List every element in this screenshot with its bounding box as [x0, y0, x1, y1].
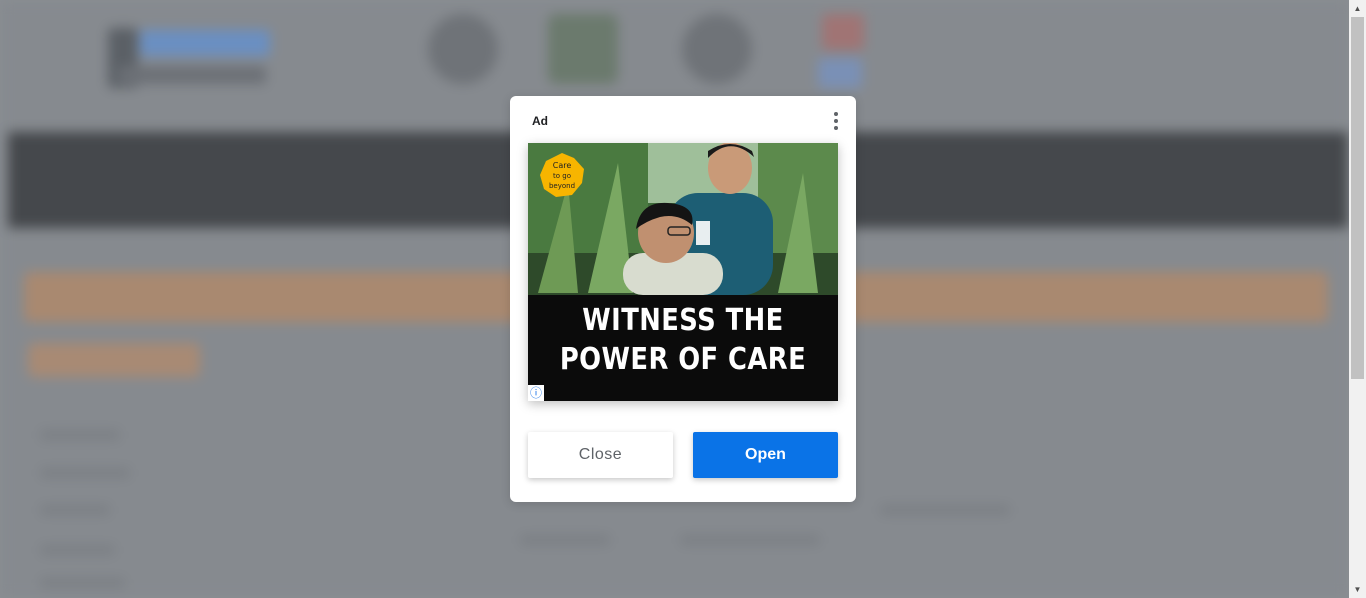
open-button[interactable]: Open: [693, 432, 838, 478]
header-icon: [682, 14, 752, 84]
header-icon: [818, 58, 862, 88]
ad-creative[interactable]: Care to go beyond WITNESS THE POWER OF C…: [528, 143, 838, 401]
content-line: [520, 535, 610, 545]
close-button[interactable]: Close: [528, 432, 673, 478]
ad-headline: WITNESS THE POWER OF CARE: [550, 301, 817, 379]
care-badge-logo: Care to go beyond: [540, 153, 584, 197]
content-line: [680, 535, 820, 545]
header-icon: [428, 14, 498, 84]
content-line: [40, 430, 120, 440]
info-icon[interactable]: ⓘ: [528, 385, 544, 401]
content-line: [40, 545, 115, 555]
scrollbar-thumb[interactable]: [1351, 17, 1364, 379]
ad-headline-line1: WITNESS THE: [582, 303, 784, 338]
ad-label: Ad: [532, 114, 548, 128]
svg-text:beyond: beyond: [549, 182, 575, 190]
page-scrollbar[interactable]: ▲ ▼: [1349, 0, 1366, 598]
kebab-menu-icon[interactable]: [830, 111, 842, 131]
header-icon: [548, 14, 618, 84]
content-line: [40, 578, 125, 588]
scroll-down-arrow-icon[interactable]: ▼: [1349, 581, 1366, 598]
site-logo: [140, 30, 270, 56]
ad-modal: Ad Care to go beyond WITNESS THE POWER O…: [510, 96, 856, 502]
scroll-up-arrow-icon[interactable]: ▲: [1349, 0, 1366, 17]
ad-headline-line2: POWER OF CARE: [559, 342, 807, 377]
highlight-button: [28, 343, 200, 377]
svg-text:to go: to go: [553, 172, 571, 180]
site-logo-subtitle: [118, 66, 266, 84]
header-icon: [822, 14, 864, 50]
svg-text:Care: Care: [553, 161, 572, 170]
content-line: [880, 505, 1010, 515]
content-line: [40, 505, 110, 515]
content-line: [40, 468, 130, 478]
